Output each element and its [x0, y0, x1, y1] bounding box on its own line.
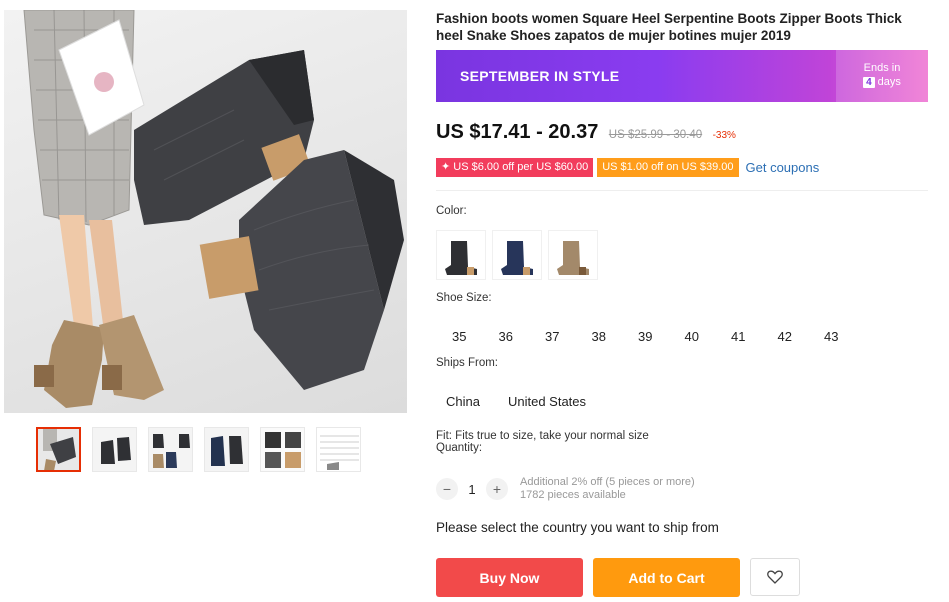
color-label: Color:	[436, 205, 467, 217]
price-row: US $17.41 - 20.37 US $25.99 - 30.40 -33%	[436, 121, 736, 144]
size-option[interactable]: 43	[808, 326, 855, 348]
coupons-row: ✦ US $6.00 off per US $60.00 US $1.00 of…	[436, 158, 819, 177]
days-number: 4	[863, 77, 875, 88]
product-photo-illustration	[23, 10, 404, 408]
product-title: Fashion boots women Square Heel Serpenti…	[436, 11, 902, 43]
ship-option-united-states[interactable]: United States	[498, 390, 596, 414]
thumbnail-black-pair[interactable]	[92, 427, 137, 472]
quantity-label: Quantity:	[436, 442, 483, 454]
wishlist-button[interactable]	[750, 558, 800, 596]
ships-from-label: Ships From:	[436, 357, 498, 369]
coupon-select[interactable]: US $1.00 off on US $39.00	[597, 158, 739, 177]
size-option[interactable]: 36	[483, 326, 530, 348]
current-price: US $17.41 - 20.37	[436, 121, 599, 143]
discount-badge: -33%	[712, 130, 736, 141]
color-swatch-blue[interactable]	[492, 230, 542, 280]
main-product-image[interactable]	[4, 10, 407, 413]
size-option[interactable]: 37	[529, 326, 576, 348]
size-option[interactable]: 40	[669, 326, 716, 348]
size-option[interactable]: 41	[715, 326, 762, 348]
thumbnail-model[interactable]	[36, 427, 81, 472]
thumbnail-size-chart[interactable]	[316, 427, 361, 472]
banner-countdown: Ends in 4 days	[836, 50, 928, 102]
promo-banner[interactable]: SEPTEMBER IN STYLE Ends in 4 days	[436, 50, 928, 102]
ship-option-china[interactable]: China	[436, 390, 490, 414]
banner-text: SEPTEMBER IN STYLE	[460, 68, 620, 84]
size-option[interactable]: 38	[576, 326, 623, 348]
quantity-value[interactable]: 1	[458, 482, 486, 497]
ships-from-options: China United States	[436, 390, 596, 414]
add-to-cart-button[interactable]: Add to Cart	[593, 558, 740, 597]
thumbnail-colors[interactable]	[148, 427, 193, 472]
thumbnail-strip	[36, 427, 361, 472]
ship-country-message: Please select the country you want to sh…	[436, 520, 719, 535]
bulk-discount-note: Additional 2% off (5 pieces or more)	[520, 476, 695, 488]
ends-in-label: Ends in	[863, 62, 901, 74]
thumbnail-blue[interactable]	[204, 427, 249, 472]
purchase-actions: Buy Now Add to Cart	[436, 558, 800, 597]
color-swatch-khaki[interactable]	[548, 230, 598, 280]
thumbnail-detail[interactable]	[260, 427, 305, 472]
buy-now-button[interactable]: Buy Now	[436, 558, 583, 597]
product-gallery	[4, 10, 407, 472]
coupon-store[interactable]: ✦ US $6.00 off per US $60.00	[436, 158, 594, 177]
divider	[436, 190, 928, 191]
get-coupons-link[interactable]: Get coupons	[746, 160, 820, 175]
color-options	[436, 230, 598, 280]
days-label: days	[877, 76, 901, 88]
size-option[interactable]: 42	[762, 326, 809, 348]
size-option[interactable]: 35	[436, 326, 483, 348]
product-info: Fashion boots women Square Heel Serpenti…	[436, 10, 931, 597]
decrease-quantity-button[interactable]: −	[436, 478, 458, 500]
size-options: 35 36 37 38 39 40 41 42 43	[436, 326, 855, 348]
size-label: Shoe Size:	[436, 292, 492, 304]
quantity-stepper: − 1 + Additional 2% off (5 pieces or mor…	[436, 476, 695, 502]
increase-quantity-button[interactable]: +	[486, 478, 508, 500]
heart-icon	[767, 570, 783, 584]
color-swatch-black[interactable]	[436, 230, 486, 280]
stock-note: 1782 pieces available	[520, 489, 626, 501]
size-option[interactable]: 39	[622, 326, 669, 348]
original-price: US $25.99 - 30.40	[608, 129, 703, 141]
days-countdown: 4 days	[836, 76, 928, 88]
quantity-note: Additional 2% off (5 pieces or more) 178…	[520, 476, 695, 502]
fit-note: Fit: Fits true to size, take your normal…	[436, 430, 649, 442]
